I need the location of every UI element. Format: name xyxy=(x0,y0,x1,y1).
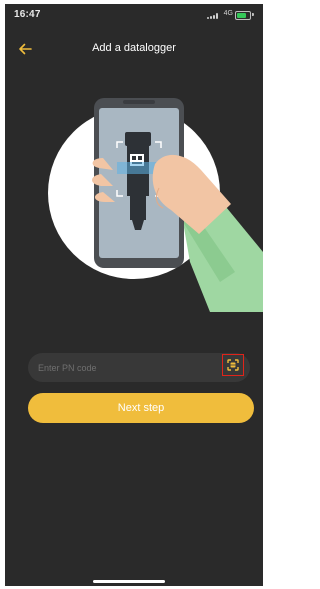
pn-code-input[interactable] xyxy=(38,353,208,382)
page-title: Add a datalogger xyxy=(92,42,176,54)
home-indicator xyxy=(93,580,165,583)
network-type: 4G xyxy=(223,10,233,17)
scan-illustration xyxy=(48,98,263,312)
status-bar: 16:47 4G xyxy=(5,4,263,26)
battery-tip xyxy=(252,13,254,16)
next-step-button[interactable]: Next step xyxy=(28,393,254,423)
scan-icon xyxy=(227,359,239,371)
status-time: 16:47 xyxy=(14,9,41,20)
battery-icon xyxy=(235,11,251,20)
pn-code-field[interactable] xyxy=(28,353,250,382)
signal-icon xyxy=(207,13,219,19)
scan-button[interactable] xyxy=(222,354,244,376)
app-screen: 16:47 4G Add a datalogger Enter PN code … xyxy=(5,4,263,586)
